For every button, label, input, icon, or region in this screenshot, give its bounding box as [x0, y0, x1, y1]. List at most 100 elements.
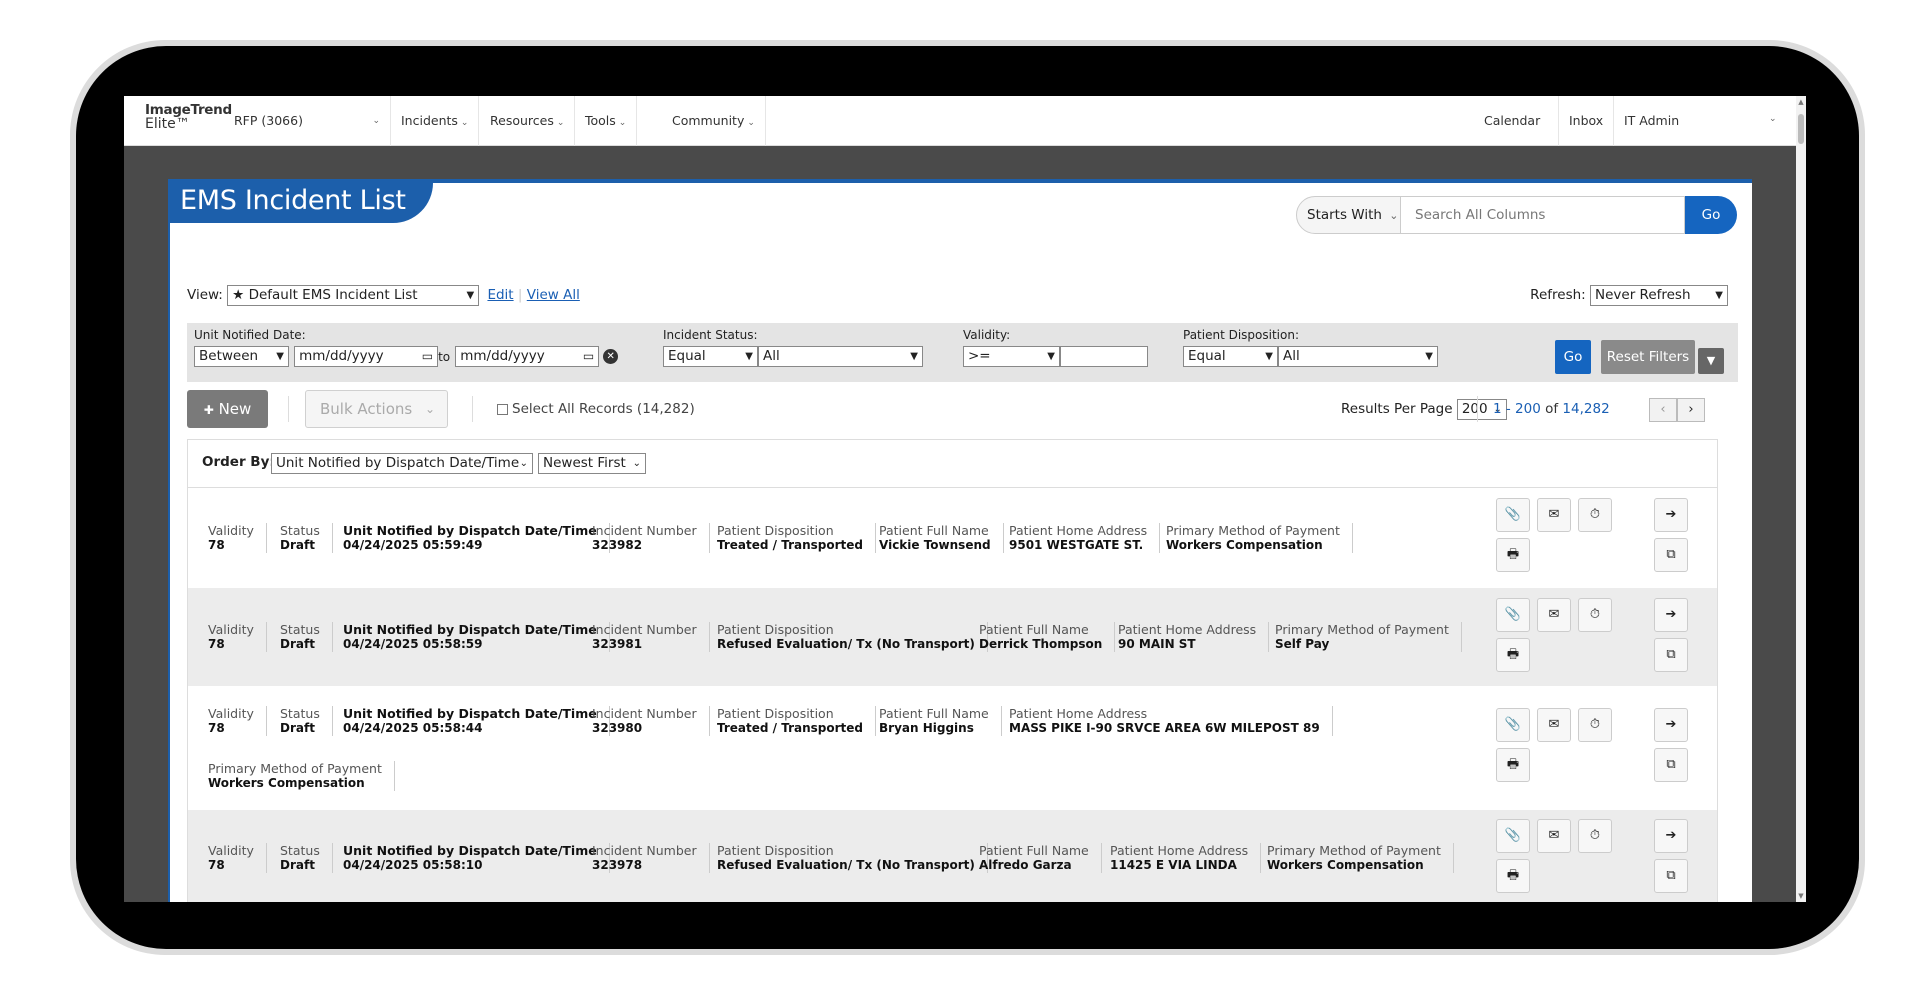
nav-resources[interactable]: Resources ⌄: [480, 96, 576, 146]
print-icon[interactable]: 🖶: [1496, 538, 1530, 572]
reset-filters-button[interactable]: Reset Filters: [1601, 340, 1695, 374]
field-value: 78: [208, 538, 225, 552]
paperclip-icon[interactable]: 📎: [1496, 819, 1530, 853]
new-button[interactable]: ✚ New: [187, 390, 268, 428]
order-field-select[interactable]: Unit Notified by Dispatch Date/Time ⌄: [271, 453, 533, 474]
external-link-icon[interactable]: ⧉: [1654, 859, 1688, 893]
paperclip-icon[interactable]: 📎: [1496, 708, 1530, 742]
disposition-operator-select[interactable]: Equal ▼: [1183, 346, 1278, 367]
bulk-actions-button[interactable]: Bulk Actions ⌄: [305, 390, 448, 428]
list-item[interactable]: Validity 78 Status Draft Unit Notified by …: [188, 687, 1717, 809]
validity-operator-select[interactable]: >= ▼: [963, 346, 1060, 367]
order-direction-select[interactable]: Newest First ⌄: [538, 453, 646, 474]
filter-go-button[interactable]: Go: [1555, 340, 1591, 374]
nav-inbox[interactable]: Inbox: [1558, 96, 1603, 146]
disposition-field: Patient Disposition Refused Evaluation/ T…: [717, 622, 988, 652]
list-item[interactable]: Validity 78 Status Draft Unit Notified by …: [188, 490, 1717, 587]
nav-tools[interactable]: Tools ⌄: [575, 96, 638, 146]
arrow-right-icon[interactable]: ➔: [1654, 708, 1688, 742]
select-all-checkbox[interactable]: [497, 403, 508, 415]
paperclip-icon[interactable]: 📎: [1496, 498, 1530, 532]
print-icon[interactable]: 🖶: [1496, 859, 1530, 893]
list-item[interactable]: Validity 78 Status Draft Unit Notified by …: [188, 810, 1717, 902]
envelope-icon[interactable]: ✉: [1537, 598, 1571, 632]
field-value: 90 MAIN ST: [1118, 637, 1196, 651]
external-link-icon[interactable]: ⧉: [1654, 538, 1688, 572]
envelope-icon[interactable]: ✉: [1537, 708, 1571, 742]
clock-icon[interactable]: ⏱: [1578, 498, 1612, 532]
arrow-right-icon[interactable]: ➔: [1654, 598, 1688, 632]
chevron-down-icon: ⌄: [618, 118, 627, 128]
scroll-down-icon[interactable]: ▼: [1797, 892, 1805, 900]
chevron-down-icon[interactable]: ⌄: [1769, 114, 1777, 124]
home-address-field: Patient Home Address MASS PIKE I-90 SRVCE…: [1009, 706, 1333, 736]
date-to-field[interactable]: mm/dd/yyyy ▭: [455, 346, 600, 367]
clock-icon[interactable]: ⏱: [1578, 819, 1612, 853]
refresh-value: Never Refresh: [1595, 286, 1691, 303]
field-value: Bryan Higgins: [879, 721, 974, 735]
logo-line1: ImageTrend: [145, 102, 232, 118]
view-selected: Default EMS Incident List: [248, 286, 418, 303]
validity-input[interactable]: [1060, 346, 1148, 367]
datetime-field: Unit Notified by Dispatch Date/Time 04/24…: [343, 523, 610, 553]
field-value: 9501 WESTGATE ST.: [1009, 538, 1144, 552]
incident-status-label: Incident Status:: [663, 328, 758, 342]
clock-icon[interactable]: ⏱: [1578, 598, 1612, 632]
nav-community[interactable]: Community ⌄: [662, 96, 766, 146]
nav-incidents[interactable]: Incidents ⌄: [391, 96, 480, 146]
field-label: Validity: [208, 523, 254, 538]
page-scrollbar[interactable]: ▲ ▼: [1796, 96, 1806, 902]
plus-icon: ✚: [203, 403, 214, 417]
view-all-link[interactable]: View All: [527, 287, 580, 303]
field-value: 04/24/2025 05:58:10: [343, 858, 483, 872]
chevron-down-icon: ⌄: [372, 116, 380, 126]
agency-selector[interactable]: RFP (3066) ⌄: [224, 96, 391, 146]
envelope-icon[interactable]: ✉: [1537, 819, 1571, 853]
envelope-icon[interactable]: ✉: [1537, 498, 1571, 532]
home-address-field: Patient Home Address 90 MAIN ST: [1118, 622, 1270, 652]
refresh-select[interactable]: Never Refresh ▼: [1590, 284, 1728, 306]
imagetrend-logo[interactable]: ImageTrend Elite™: [145, 103, 232, 131]
nav-calendar[interactable]: Calendar: [1484, 96, 1540, 146]
next-page-icon[interactable]: ›: [1677, 398, 1705, 422]
order-field-value: Unit Notified by Dispatch Date/Time: [276, 455, 520, 471]
incident-list-panel: EMS Incident List Starts With ⌄ Search A…: [168, 179, 1752, 902]
date-from-field[interactable]: mm/dd/yyyy ▭: [294, 346, 439, 367]
calendar-icon[interactable]: ▭: [583, 347, 594, 366]
field-label: Incident Number: [592, 622, 697, 637]
view-select[interactable]: ★ Default EMS Incident List ▼: [227, 284, 480, 306]
full-name-field: Patient Full Name Alfredo Garza: [979, 843, 1102, 873]
scroll-up-icon[interactable]: ▲: [1797, 98, 1805, 106]
to-label: to: [438, 350, 451, 364]
status-operator-select[interactable]: Equal ▼: [663, 346, 758, 367]
clear-date-icon[interactable]: ✕: [603, 349, 619, 364]
user-menu[interactable]: IT Admin: [1613, 96, 1679, 146]
disposition-value-select[interactable]: All ▼: [1278, 346, 1438, 367]
external-link-icon[interactable]: ⧉: [1654, 638, 1688, 672]
prev-page-icon[interactable]: ‹: [1649, 398, 1677, 422]
view-label: View:: [187, 287, 223, 303]
arrow-right-icon[interactable]: ➔: [1654, 819, 1688, 853]
list-item[interactable]: Validity 78 Status Draft Unit Notified by …: [188, 588, 1717, 686]
chevron-down-icon[interactable]: ▼: [1698, 348, 1724, 374]
select-all-records[interactable]: Select All Records (14,282): [497, 390, 695, 428]
calendar-icon[interactable]: ▭: [422, 347, 433, 366]
print-icon[interactable]: 🖶: [1496, 748, 1530, 782]
disposition-controls: Equal ▼ All ▼: [1183, 346, 1438, 367]
external-link-icon[interactable]: ⧉: [1654, 748, 1688, 782]
date-operator-select[interactable]: Between ▼: [194, 346, 289, 367]
paperclip-icon[interactable]: 📎: [1496, 598, 1530, 632]
status-value-select[interactable]: All ▼: [758, 346, 923, 367]
search-input[interactable]: Search All Columns: [1401, 196, 1685, 234]
field-label: Unit Notified by Dispatch Date/Time: [343, 706, 597, 721]
payment-field: Primary Method of Payment Workers Compens…: [1267, 843, 1454, 873]
field-label: Patient Disposition: [717, 706, 834, 721]
print-icon[interactable]: 🖶: [1496, 638, 1530, 672]
arrow-right-icon[interactable]: ➔: [1654, 498, 1688, 532]
scroll-thumb[interactable]: [1798, 114, 1804, 144]
clock-icon[interactable]: ⏱: [1578, 708, 1612, 742]
field-label: Validity: [208, 706, 254, 721]
search-mode-select[interactable]: Starts With ⌄: [1296, 196, 1401, 234]
search-go-button[interactable]: Go: [1685, 196, 1737, 234]
edit-view-link[interactable]: Edit: [487, 287, 513, 303]
